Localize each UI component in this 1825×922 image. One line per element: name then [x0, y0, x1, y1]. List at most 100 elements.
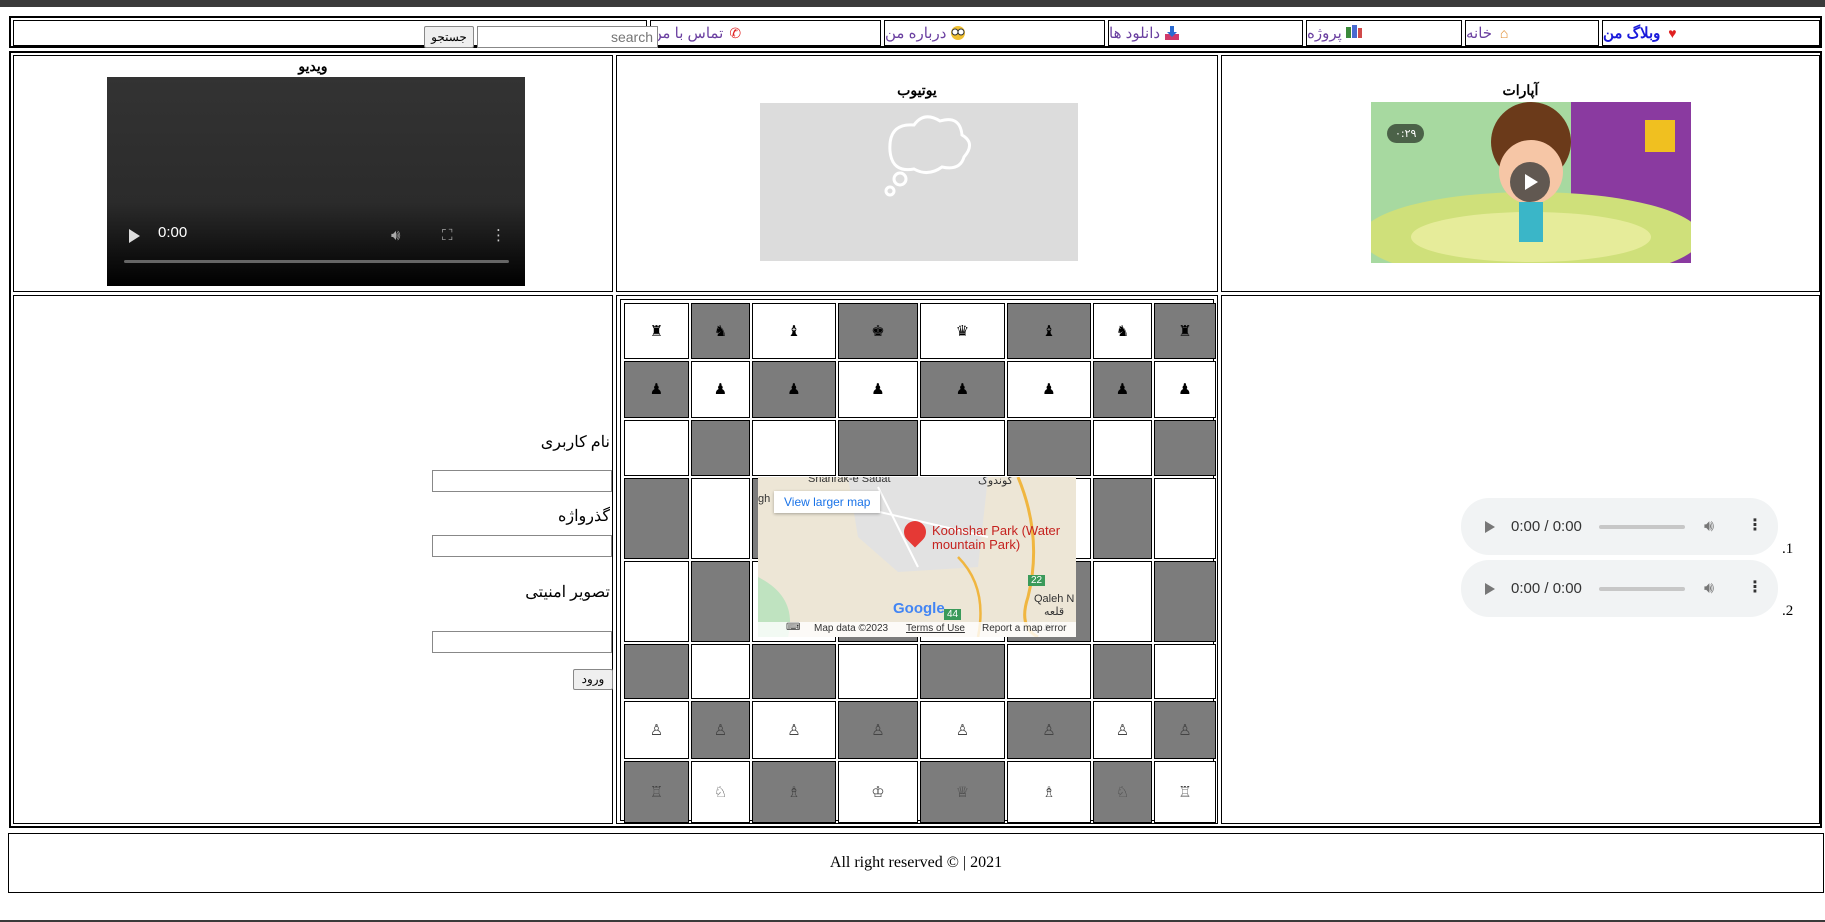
footer: All right reserved © | 2021	[8, 833, 1824, 893]
chess-piece: ♟	[1115, 380, 1130, 398]
video-time: 0:00	[158, 224, 188, 241]
brand-label: وبلاگ من	[1603, 25, 1661, 42]
brand-link[interactable]: ♥ وبلاگ من	[1603, 24, 1681, 42]
password-input[interactable]	[432, 535, 612, 557]
chess-square: ♟	[691, 361, 750, 418]
chess-square	[1154, 644, 1216, 699]
chess-piece: ♙	[1042, 720, 1056, 739]
audio-progress[interactable]	[1599, 525, 1685, 529]
chess-piece: ♗	[1042, 782, 1056, 801]
chess-square: ♜	[624, 303, 689, 359]
heart-icon: ♥	[1668, 25, 1677, 41]
nav-downloads[interactable]: دانلود ها	[1108, 20, 1303, 46]
chess-square: ♔	[838, 761, 918, 823]
chess-piece: ♟	[871, 380, 885, 398]
more-icon[interactable]: ⋮	[1747, 577, 1763, 596]
play-icon[interactable]	[129, 229, 140, 243]
chess-square: ♟	[624, 361, 689, 418]
chess-square	[920, 644, 1005, 699]
contact-link[interactable]: ✆ تماس با من	[651, 24, 744, 42]
chess-piece: ♖	[649, 782, 664, 801]
chess-piece: ♘	[713, 782, 728, 801]
list-number: .1	[1782, 541, 1794, 557]
chess-square: ♞	[691, 303, 750, 359]
chess-piece: ♙	[787, 720, 801, 739]
video-player[interactable]: 0:00 🔊︎ ⛶ ⋮	[107, 77, 525, 286]
chess-piece: ♙	[1115, 720, 1130, 739]
nav-brand[interactable]: ♥ وبلاگ من	[1602, 20, 1820, 46]
home-label: خانه	[1466, 25, 1493, 42]
chess-piece: ♙	[713, 720, 728, 739]
project-link[interactable]: پروژه	[1307, 24, 1363, 42]
chess-square	[1093, 644, 1152, 699]
chess-piece: ♙	[1178, 720, 1192, 739]
chess-square: ♙	[1007, 701, 1091, 759]
aparat-duration: ۰:۲۹	[1387, 124, 1425, 143]
map-footer: ⌨ Map data ©2023 Terms of Use Report a m…	[758, 622, 1076, 637]
report-link[interactable]: Report a map error	[982, 623, 1066, 634]
chess-square	[838, 420, 918, 476]
map-label: Qaleh N	[1034, 593, 1075, 605]
play-icon[interactable]	[1485, 521, 1495, 533]
downloads-link[interactable]: دانلود ها	[1109, 24, 1181, 42]
aparat-video[interactable]: ۰:۲۹	[1371, 102, 1691, 263]
more-icon[interactable]: ⋮	[491, 226, 506, 244]
nav-about[interactable]: درباره من	[884, 20, 1105, 46]
volume-icon[interactable]: 🔊︎	[1704, 516, 1714, 536]
map-label: Shahrak-e Sadat	[808, 477, 891, 485]
chess-square: ♗	[752, 761, 836, 823]
nav-home[interactable]: ⌂ خانه	[1465, 20, 1599, 46]
volume-icon[interactable]: 🔊︎	[391, 226, 400, 244]
chess-square	[1093, 420, 1152, 476]
aparat-title: آپارات	[1502, 82, 1539, 98]
chess-piece: ♖	[1178, 782, 1192, 801]
chess-square: ♛	[920, 303, 1005, 359]
chess-square: ♝	[752, 303, 836, 359]
audio-progress[interactable]	[1599, 587, 1685, 591]
chess-piece: ♙	[871, 720, 885, 739]
audio-player-1[interactable]: 0:00 / 0:00 🔊︎ ⋮	[1461, 498, 1778, 555]
keyboard-icon[interactable]: ⌨	[786, 622, 800, 633]
audio-player-2[interactable]: 0:00 / 0:00 🔊︎ ⋮	[1461, 560, 1778, 617]
chess-square	[624, 561, 689, 642]
chess-piece: ♗	[787, 782, 801, 801]
home-link[interactable]: ⌂ خانه	[1466, 24, 1513, 42]
youtube-cell: یوتیوب	[616, 55, 1218, 292]
login-button[interactable]: ورود	[573, 669, 613, 690]
nav-project[interactable]: پروژه	[1306, 20, 1462, 46]
map-label: کوندوک	[978, 477, 1013, 487]
search-button[interactable]: جستجو	[424, 26, 474, 48]
about-label: درباره من	[885, 25, 947, 42]
progress-bar[interactable]	[124, 260, 509, 263]
list-number: .2	[1782, 603, 1794, 619]
volume-icon[interactable]: 🔊︎	[1704, 578, 1714, 598]
chess-piece: ♝	[1042, 321, 1056, 340]
audio-time: 0:00 / 0:00	[1511, 518, 1582, 535]
fullscreen-icon[interactable]: ⛶	[442, 226, 453, 244]
terms-link[interactable]: Terms of Use	[906, 623, 965, 634]
chess-piece: ♟	[713, 380, 728, 398]
nav-contact[interactable]: ✆ تماس با من	[650, 20, 881, 46]
view-larger-map-link[interactable]: View larger map	[774, 491, 881, 513]
chess-square: ♙	[838, 701, 918, 759]
youtube-embed[interactable]	[760, 103, 1078, 261]
chess-square	[691, 561, 750, 642]
chess-piece: ♘	[1115, 782, 1130, 801]
contact-label: تماس با من	[651, 25, 724, 42]
house-icon: ⌂	[1499, 25, 1509, 41]
footer-text: All right reserved © | 2021	[829, 854, 1003, 871]
about-link[interactable]: درباره من	[885, 24, 967, 42]
chess-square: ♝	[1007, 303, 1091, 359]
search-input[interactable]	[477, 26, 658, 48]
chess-square: ♞	[1093, 303, 1152, 359]
username-input[interactable]	[432, 470, 612, 492]
play-icon[interactable]	[1485, 583, 1495, 595]
play-icon[interactable]	[1510, 162, 1550, 202]
chess-square	[1007, 644, 1091, 699]
more-icon[interactable]: ⋮	[1747, 515, 1763, 534]
phone-icon: ✆	[729, 25, 742, 41]
map-place-label[interactable]: Koohshar Park (Water mountain Park)	[932, 524, 1076, 552]
captcha-input[interactable]	[432, 631, 612, 653]
chess-square	[691, 644, 750, 699]
google-map[interactable]: Shahrak-e Sadat کوندوک gh View larger ma…	[758, 477, 1076, 637]
